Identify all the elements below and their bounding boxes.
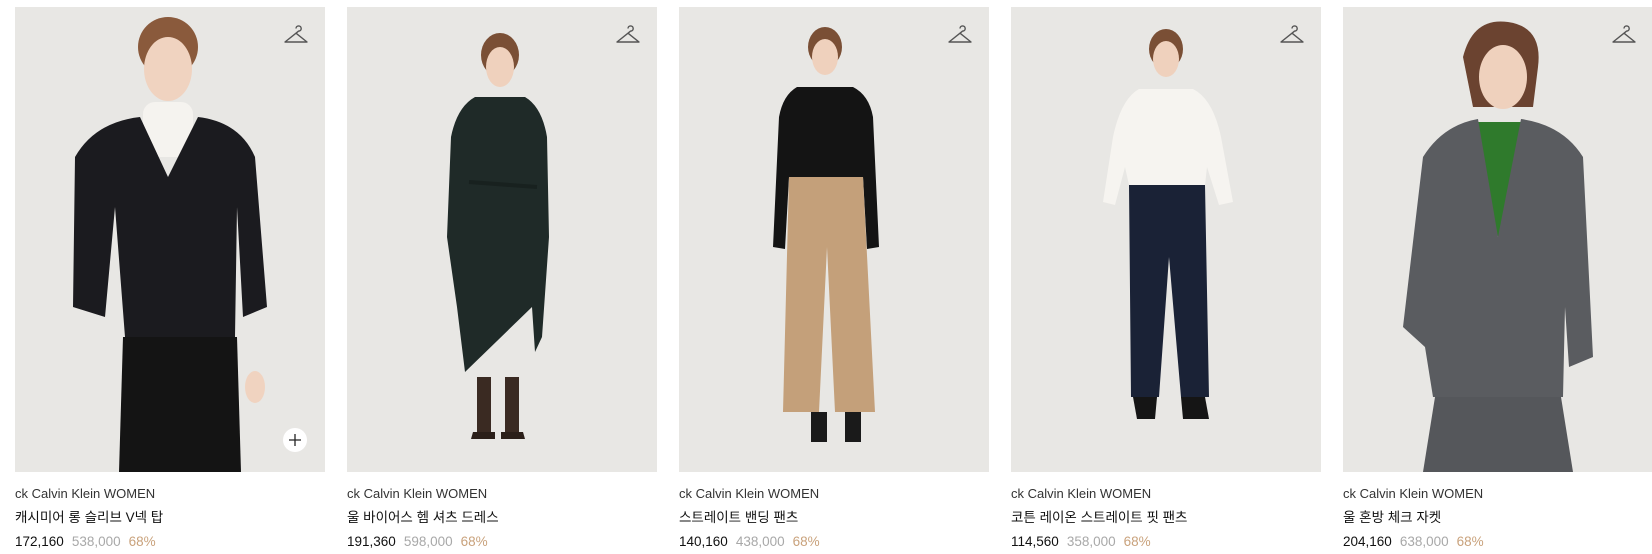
product-name[interactable]: 울 혼방 체크 자켓: [1343, 509, 1652, 527]
discount-rate: 68%: [460, 534, 488, 549]
product-prices: 191,360 598,000 68%: [347, 533, 657, 551]
product-card[interactable]: ck Calvin Klein WOMEN 코튼 레이온 스트레이트 핏 팬츠 …: [1011, 7, 1321, 551]
discount-rate: 68%: [128, 534, 156, 549]
hanger-icon[interactable]: [615, 25, 641, 47]
hanger-icon[interactable]: [1279, 25, 1305, 47]
original-price: 358,000: [1066, 534, 1116, 549]
product-prices: 114,560 358,000 68%: [1011, 533, 1321, 551]
sale-price: 204,160: [1343, 534, 1392, 549]
product-card[interactable]: ck Calvin Klein WOMEN 울 바이어스 헴 셔츠 드레스 19…: [347, 7, 657, 551]
product-photo: [679, 7, 989, 472]
product-name[interactable]: 울 바이어스 헴 셔츠 드레스: [347, 509, 657, 527]
product-brand[interactable]: ck Calvin Klein WOMEN: [1011, 485, 1321, 503]
product-card[interactable]: ck Calvin Klein WOMEN 캐시미어 롱 슬리브 V넥 탑 17…: [15, 7, 325, 551]
product-info: ck Calvin Klein WOMEN 울 바이어스 헴 셔츠 드레스 19…: [347, 472, 657, 551]
product-brand[interactable]: ck Calvin Klein WOMEN: [679, 485, 989, 503]
original-price: 598,000: [403, 534, 453, 549]
product-prices: 204,160 638,000 68%: [1343, 533, 1652, 551]
discount-rate: 68%: [1456, 534, 1484, 549]
sale-price: 191,360: [347, 534, 396, 549]
product-prices: 172,160 538,000 68%: [15, 533, 325, 551]
product-info: ck Calvin Klein WOMEN 코튼 레이온 스트레이트 핏 팬츠 …: [1011, 472, 1321, 551]
product-photo: [347, 7, 657, 472]
product-info: ck Calvin Klein WOMEN 캐시미어 롱 슬리브 V넥 탑 17…: [15, 472, 325, 551]
product-photo: [1011, 7, 1321, 472]
product-image[interactable]: [15, 7, 325, 472]
product-brand[interactable]: ck Calvin Klein WOMEN: [15, 485, 325, 503]
original-price: 638,000: [1399, 534, 1449, 549]
product-image[interactable]: [1011, 7, 1321, 472]
product-brand[interactable]: ck Calvin Klein WOMEN: [347, 485, 657, 503]
plus-icon[interactable]: [283, 428, 307, 452]
original-price: 438,000: [735, 534, 785, 549]
hanger-icon[interactable]: [283, 25, 309, 47]
product-brand[interactable]: ck Calvin Klein WOMEN: [1343, 485, 1652, 503]
hanger-icon[interactable]: [1611, 25, 1637, 47]
product-card[interactable]: ck Calvin Klein WOMEN 스트레이트 밴딩 팬츠 140,16…: [679, 7, 989, 551]
product-photo: [15, 7, 325, 472]
sale-price: 114,560: [1011, 534, 1059, 549]
product-info: ck Calvin Klein WOMEN 스트레이트 밴딩 팬츠 140,16…: [679, 472, 989, 551]
product-name[interactable]: 캐시미어 롱 슬리브 V넥 탑: [15, 509, 325, 527]
product-info: ck Calvin Klein WOMEN 울 혼방 체크 자켓 204,160…: [1343, 472, 1652, 551]
discount-rate: 68%: [792, 534, 820, 549]
product-image[interactable]: [1343, 7, 1652, 472]
product-name[interactable]: 스트레이트 밴딩 팬츠: [679, 509, 989, 527]
product-image[interactable]: [679, 7, 989, 472]
product-card[interactable]: ck Calvin Klein WOMEN 울 혼방 체크 자켓 204,160…: [1343, 7, 1652, 551]
product-image[interactable]: [347, 7, 657, 472]
product-grid: ck Calvin Klein WOMEN 캐시미어 롱 슬리브 V넥 탑 17…: [15, 7, 1652, 551]
product-photo: [1343, 7, 1652, 472]
hanger-icon[interactable]: [947, 25, 973, 47]
original-price: 538,000: [71, 534, 121, 549]
sale-price: 172,160: [15, 534, 64, 549]
discount-rate: 68%: [1123, 534, 1151, 549]
sale-price: 140,160: [679, 534, 728, 549]
product-name[interactable]: 코튼 레이온 스트레이트 핏 팬츠: [1011, 509, 1321, 527]
product-prices: 140,160 438,000 68%: [679, 533, 989, 551]
